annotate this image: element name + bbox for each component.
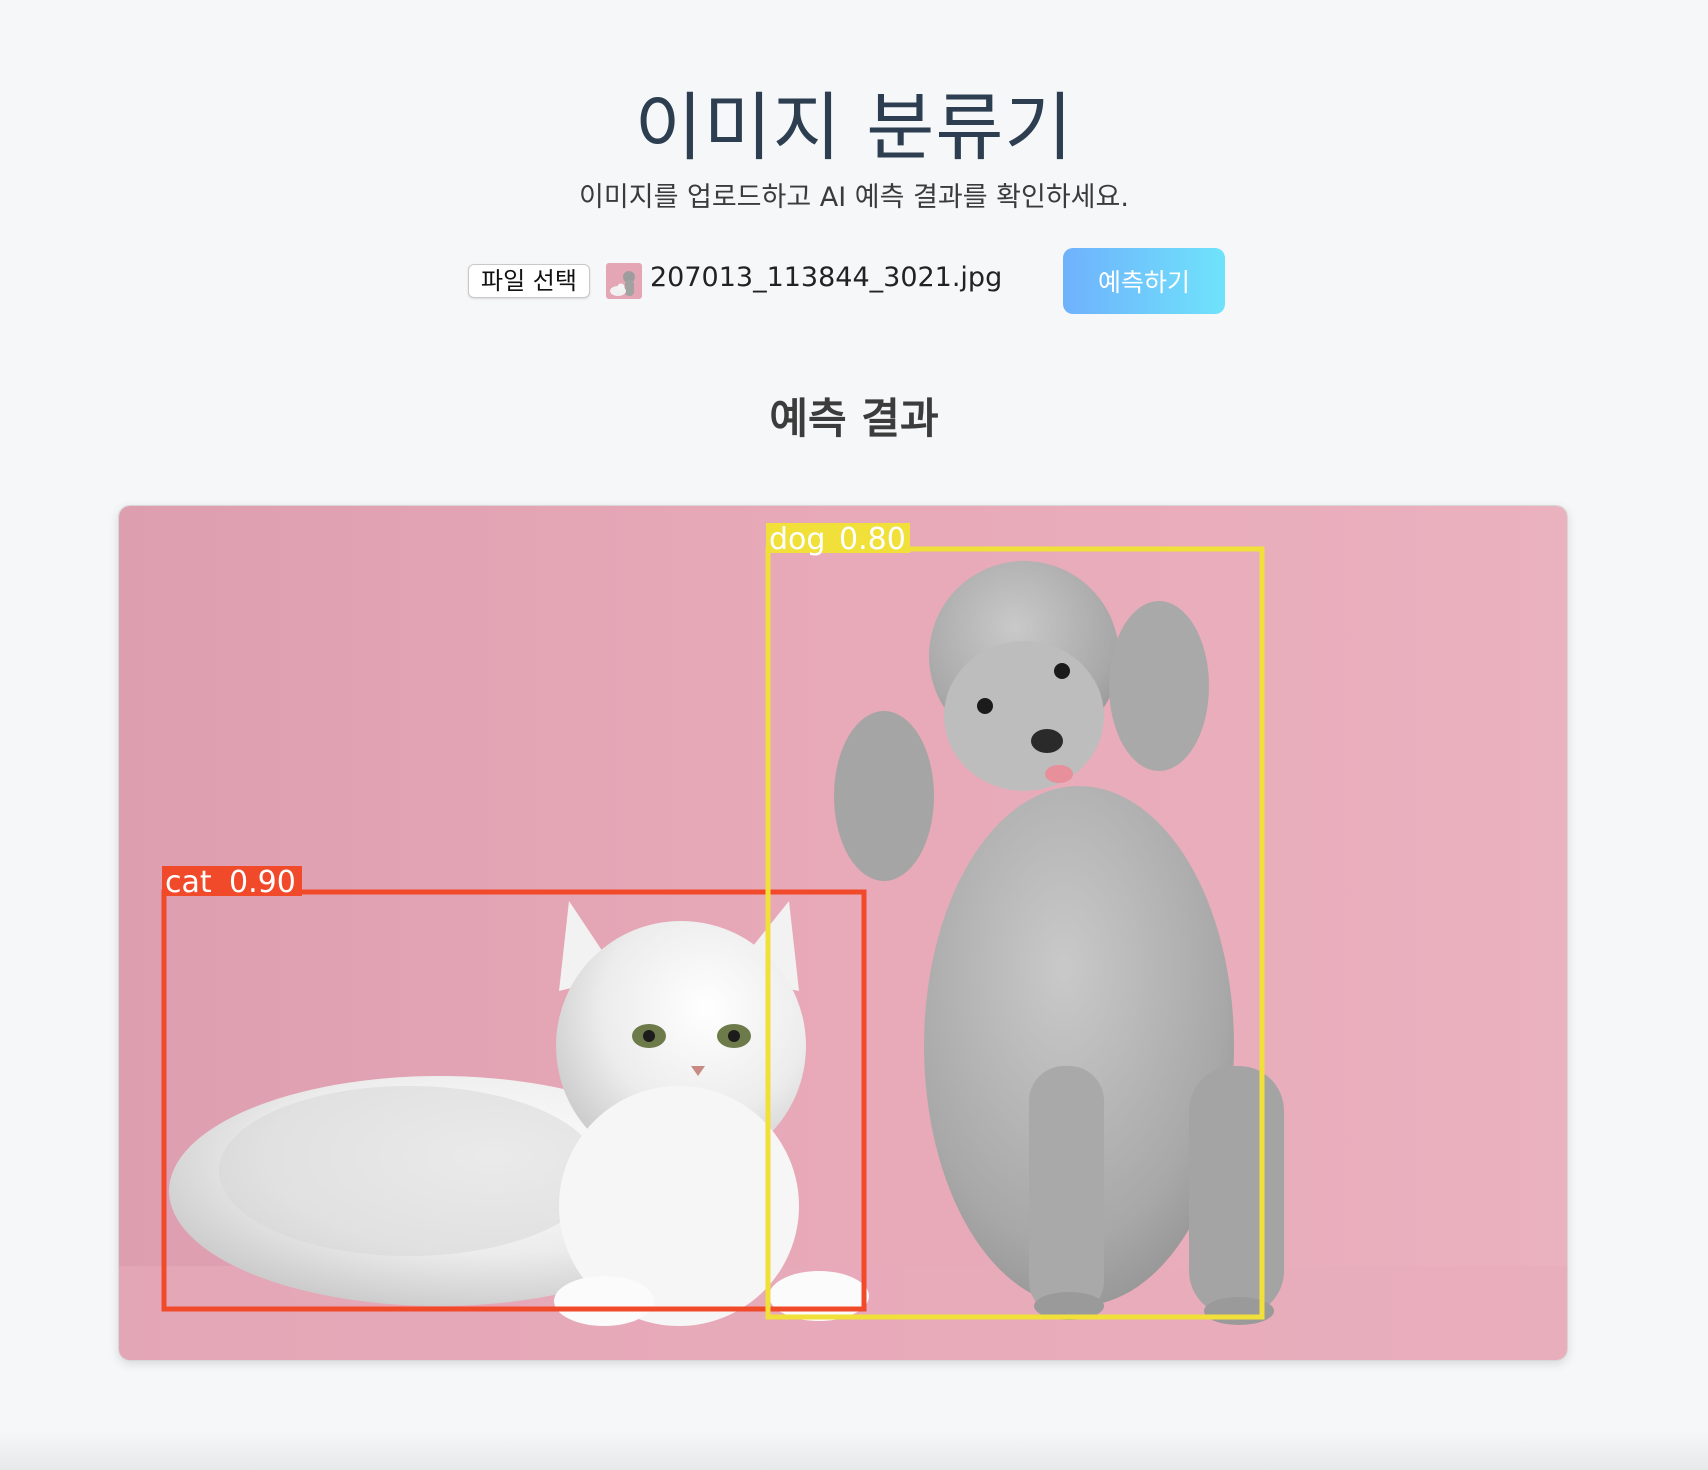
- predict-button[interactable]: 예측하기: [1063, 248, 1225, 314]
- cat-class-label: cat: [165, 865, 212, 900]
- cat-confidence-score: 0.90: [229, 865, 296, 900]
- prediction-result-image: cat 0.90 dog 0.80: [118, 505, 1568, 1361]
- file-select-button[interactable]: 파일 선택: [468, 264, 590, 298]
- file-thumbnail-icon: [606, 263, 642, 299]
- annotated-photo: cat 0.90 dog 0.80: [119, 506, 1567, 1360]
- page: 이미지 분류기 이미지를 업로드하고 AI 예측 결과를 확인하세요. 파일 선…: [0, 0, 1708, 1470]
- bottom-shadow: [0, 1430, 1708, 1470]
- dog-confidence-score: 0.80: [839, 522, 906, 557]
- upload-form: 파일 선택 207013_113844_3021.jpg 예측하기: [468, 246, 1228, 314]
- page-title: 이미지 분류기: [634, 85, 1074, 171]
- page-subtitle: 이미지를 업로드하고 AI 예측 결과를 확인하세요.: [579, 182, 1129, 213]
- result-section-title: 예측 결과: [769, 394, 939, 443]
- dog-class-label: dog: [769, 522, 825, 557]
- selected-file-name: 207013_113844_3021.jpg: [650, 262, 1003, 293]
